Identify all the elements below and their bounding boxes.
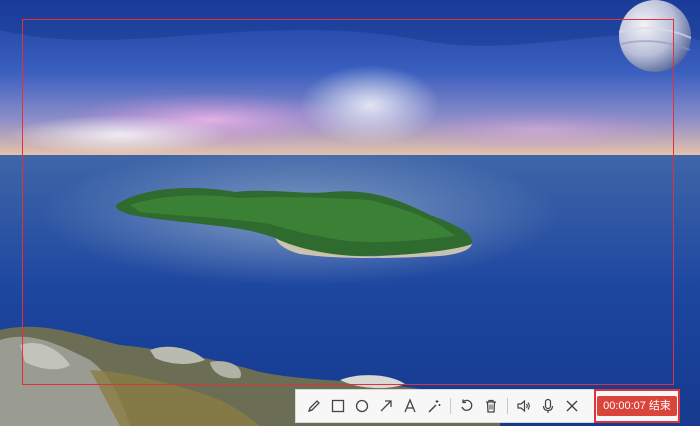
rectangle-icon [331, 399, 345, 413]
speaker-icon [517, 399, 530, 413]
annotation-toolbar [295, 389, 595, 423]
arrow-tool-button[interactable] [374, 392, 398, 420]
undo-button[interactable] [455, 392, 479, 420]
rectangle-tool-button[interactable] [326, 392, 350, 420]
screenshot-background [0, 0, 700, 426]
end-label: 结束 [648, 400, 671, 412]
magic-wand-icon [428, 400, 441, 413]
pencil-icon [307, 400, 320, 413]
speaker-button[interactable] [512, 392, 536, 420]
end-recording-area: 00:00:07 结束 [594, 389, 680, 423]
text-icon [404, 398, 416, 413]
pencil-tool-button[interactable] [302, 392, 326, 420]
circle-tool-button[interactable] [350, 392, 374, 420]
recording-timer: 00:00:07 [603, 400, 646, 412]
toolbar-divider [450, 398, 451, 414]
magic-wand-tool-button[interactable] [422, 392, 446, 420]
microphone-button[interactable] [536, 392, 560, 420]
microphone-icon [542, 398, 554, 413]
arrow-icon [380, 400, 392, 412]
close-icon [566, 400, 578, 412]
delete-button[interactable] [479, 392, 503, 420]
circle-icon [355, 399, 369, 413]
close-button[interactable] [560, 392, 584, 420]
toolbar-divider [507, 398, 508, 414]
undo-icon [461, 399, 473, 411]
end-recording-button[interactable]: 00:00:07 结束 [597, 396, 677, 416]
trash-icon [486, 399, 496, 413]
text-tool-button[interactable] [398, 392, 422, 420]
